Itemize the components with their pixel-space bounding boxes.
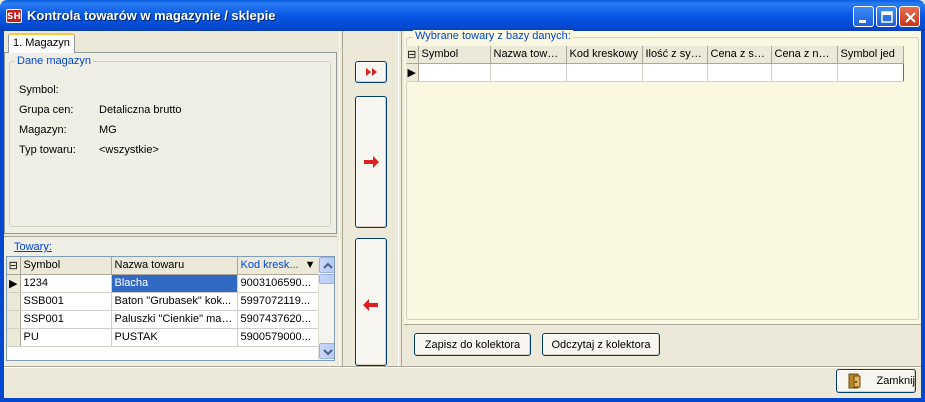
door-exit-icon <box>848 373 861 389</box>
towary-legend: Towary: <box>12 241 54 253</box>
magazyn-label: Magazyn: <box>19 124 67 136</box>
typ-towaru-value: <wszystkie> <box>99 144 159 156</box>
scroll-thumb[interactable] <box>319 274 334 284</box>
table-cell[interactable]: Blacha <box>111 273 238 293</box>
row-indicator-icon: ▶ <box>406 62 419 82</box>
table-cell[interactable] <box>837 62 904 82</box>
maximize-icon <box>881 11 893 23</box>
table-cell[interactable] <box>490 62 567 82</box>
table-cell[interactable]: SSP001 <box>20 310 112 329</box>
table-row[interactable]: PU PUSTAK 5900579000... <box>7 328 320 347</box>
add-all-button[interactable] <box>355 61 387 83</box>
table-cell[interactable]: 5997072119... <box>237 292 320 311</box>
table-cell[interactable]: Paluszki "Cienkie" mak... <box>111 310 238 329</box>
grid-options-icon[interactable]: ⊟ <box>406 46 419 64</box>
table-cell[interactable]: 5907437620... <box>237 310 320 329</box>
right-splitter[interactable] <box>398 31 402 366</box>
row-indicator-icon: ▶ <box>7 273 21 293</box>
remove-button[interactable] <box>355 238 387 366</box>
typ-towaru-label: Typ towaru: <box>19 144 76 156</box>
table-cell[interactable]: Baton "Grubasek" kok... <box>111 292 238 311</box>
table-cell[interactable] <box>771 62 838 82</box>
column-header[interactable]: Cena z na... <box>771 46 838 64</box>
grid-options-icon[interactable]: ⊟ <box>7 257 21 275</box>
table-row[interactable]: SSB001 Baton "Grubasek" kok... 599707211… <box>7 292 320 311</box>
tab-magazyn[interactable]: 1. Magazyn <box>8 33 75 53</box>
table-cell[interactable]: PUSTAK <box>111 328 238 347</box>
table-cell[interactable] <box>566 62 643 82</box>
scroll-up-button[interactable] <box>319 257 334 273</box>
column-header[interactable]: Symbol <box>418 46 491 64</box>
table-cell[interactable]: 1234 <box>20 273 112 293</box>
close-button[interactable]: Zamknij <box>836 369 916 393</box>
chevron-up-icon <box>323 262 333 269</box>
magazyn-group-legend: Dane magazyn <box>15 55 93 67</box>
close-window-button[interactable] <box>899 6 920 27</box>
left-splitter[interactable] <box>339 31 343 366</box>
column-header[interactable]: Symbol <box>20 257 112 275</box>
table-cell[interactable]: 9003106590... <box>237 273 320 293</box>
column-header[interactable]: Cena z sy... <box>707 46 772 64</box>
table-cell[interactable] <box>642 62 708 82</box>
tab-magazyn-label: 1. Magazyn <box>13 37 70 49</box>
row-indicator <box>7 328 21 347</box>
chevron-down-icon <box>323 349 333 356</box>
column-header-label: Kod kresk... <box>240 259 299 272</box>
scroll-down-button[interactable] <box>319 343 334 359</box>
towary-scrollbar[interactable] <box>318 257 334 360</box>
row-indicator <box>7 292 21 311</box>
minimize-button[interactable] <box>853 6 874 27</box>
table-cell[interactable] <box>707 62 772 82</box>
table-row[interactable]: ▶ 1234 Blacha 9003106590... <box>7 273 320 293</box>
magazyn-value: MG <box>99 124 117 136</box>
table-cell[interactable] <box>417 62 491 82</box>
window-frame-bottom <box>0 398 925 402</box>
towary-grid[interactable]: ⊟ Symbol Nazwa towaru Kod kresk... ▼ ▶ 12… <box>6 256 335 361</box>
add-button[interactable] <box>355 96 387 228</box>
window-frame-right <box>921 31 925 402</box>
column-header[interactable]: Ilość z sys... <box>642 46 708 64</box>
arrow-left-icon <box>363 299 378 311</box>
grupa-cen-label: Grupa cen: <box>19 104 74 116</box>
minimize-icon <box>859 20 866 23</box>
table-cell[interactable]: 5900579000... <box>237 328 320 347</box>
save-to-collector-button[interactable]: Zapisz do kolektora <box>414 333 531 356</box>
table-row[interactable]: SSP001 Paluszki "Cienkie" mak... 5907437… <box>7 310 320 329</box>
column-header[interactable]: Symbol jed <box>837 46 904 64</box>
table-cell[interactable]: SSB001 <box>20 292 112 311</box>
grupa-cen-value: Detaliczna brutto <box>99 104 182 116</box>
window-title: Kontrola towarów w magazynie / sklepie <box>27 8 276 23</box>
maximize-button[interactable] <box>876 6 897 27</box>
arrow-right-icon <box>364 156 379 168</box>
column-header[interactable]: Kod kreskowy <box>566 46 643 64</box>
read-from-collector-button[interactable]: Odczytaj z kolektora <box>542 333 660 356</box>
column-header[interactable]: Nazwa towaru <box>490 46 567 64</box>
selected-goods-header-row: ⊟ Symbol Nazwa towaru Kod kreskowy Ilość… <box>406 46 904 64</box>
close-icon <box>905 12 916 23</box>
app-icon: SH <box>6 9 22 23</box>
column-header[interactable]: Nazwa towaru <box>111 257 238 275</box>
bottom-separator <box>4 366 921 368</box>
close-button-label: Zamknij <box>876 375 915 387</box>
column-header-sorted[interactable]: Kod kresk... ▼ <box>237 257 320 275</box>
selected-goods-grid[interactable]: ⊟ Symbol Nazwa towaru Kod kreskowy Ilość… <box>406 46 904 82</box>
sort-desc-icon: ▼ <box>304 259 316 272</box>
table-row[interactable]: ▶ <box>406 62 904 82</box>
selected-goods-legend: Wybrane towary z bazy danych: <box>413 30 573 42</box>
towary-header-row: ⊟ Symbol Nazwa towaru Kod kresk... ▼ <box>7 257 320 275</box>
row-indicator <box>7 310 21 329</box>
symbol-label: Symbol: <box>19 84 59 96</box>
add-all-icon <box>366 68 377 76</box>
table-cell[interactable]: PU <box>20 328 112 347</box>
